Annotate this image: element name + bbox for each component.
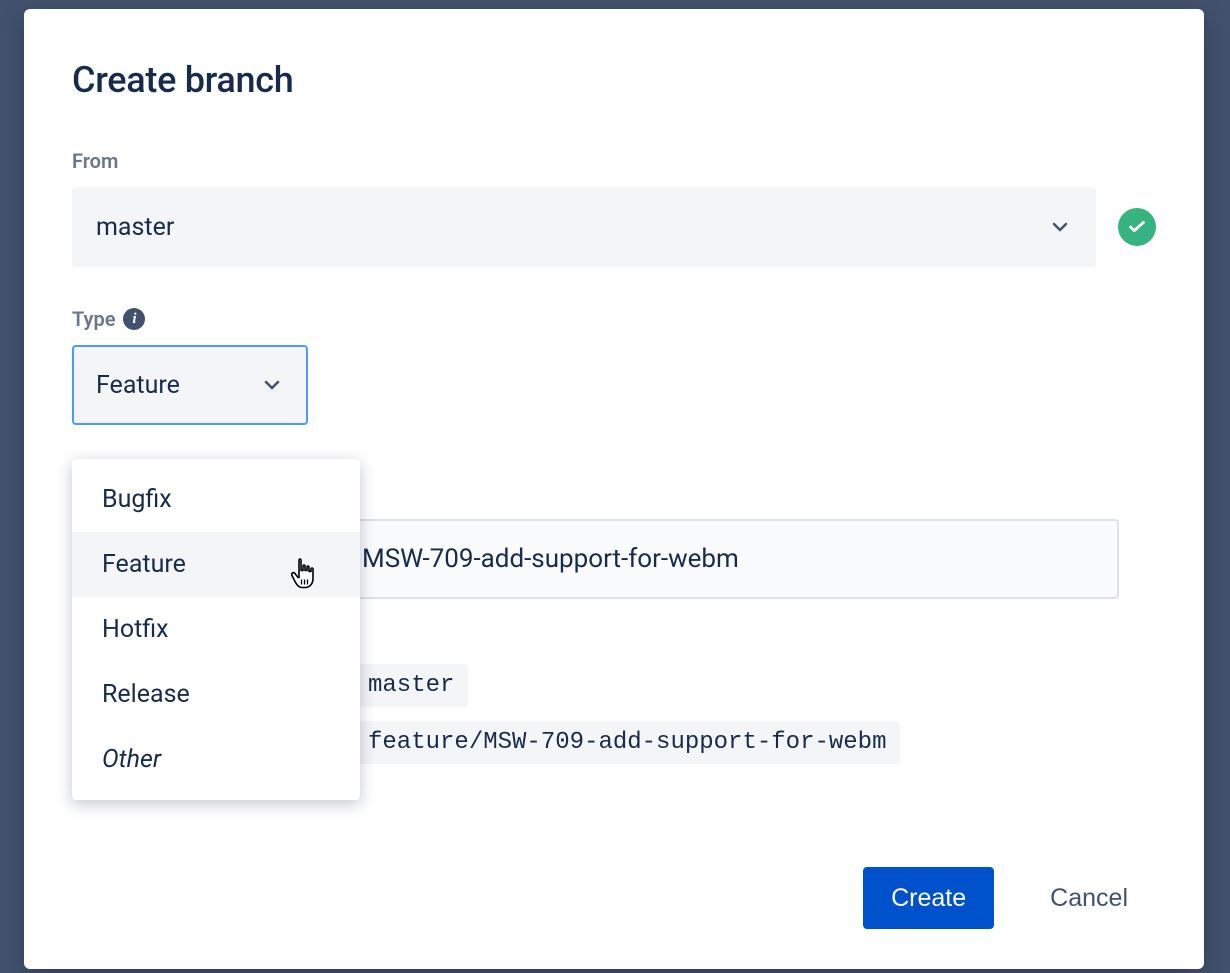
type-select[interactable]: Feature xyxy=(72,345,308,425)
create-branch-dialog: Create branch From master Type i Feature xyxy=(24,9,1204,969)
info-icon[interactable]: i xyxy=(123,308,145,330)
type-option-feature[interactable]: Feature xyxy=(72,532,360,597)
type-option-hotfix[interactable]: Hotfix xyxy=(72,597,360,662)
type-label: Type i xyxy=(72,307,1156,331)
type-value: Feature xyxy=(96,371,180,400)
code-row-master: master xyxy=(354,664,468,707)
from-value: master xyxy=(96,213,174,242)
branch-name-value: MSW-709-add-support-for-webm xyxy=(362,544,739,574)
dialog-buttons: Create Cancel xyxy=(863,867,1156,929)
cursor-pointer-icon xyxy=(290,556,318,590)
code-row-feature: feature/MSW-709-add-support-for-webm xyxy=(354,721,900,764)
create-button[interactable]: Create xyxy=(863,867,994,929)
check-badge-icon xyxy=(1118,208,1156,246)
from-group: From master xyxy=(72,149,1156,267)
code-master: master xyxy=(354,664,468,707)
type-option-release[interactable]: Release xyxy=(72,662,360,727)
type-option-bugfix[interactable]: Bugfix xyxy=(72,467,360,532)
type-group: Type i Feature xyxy=(72,307,1156,425)
chevron-down-icon xyxy=(260,373,284,397)
chevron-down-icon xyxy=(1048,215,1072,239)
type-dropdown: Bugfix Feature Hotfix Release Other xyxy=(72,459,360,800)
from-label: From xyxy=(72,149,1156,173)
from-select[interactable]: master xyxy=(72,187,1096,267)
dialog-title: Create branch xyxy=(72,59,1156,101)
code-feature: feature/MSW-709-add-support-for-webm xyxy=(354,721,900,764)
type-option-other[interactable]: Other xyxy=(72,727,360,792)
cancel-button[interactable]: Cancel xyxy=(1022,867,1156,929)
